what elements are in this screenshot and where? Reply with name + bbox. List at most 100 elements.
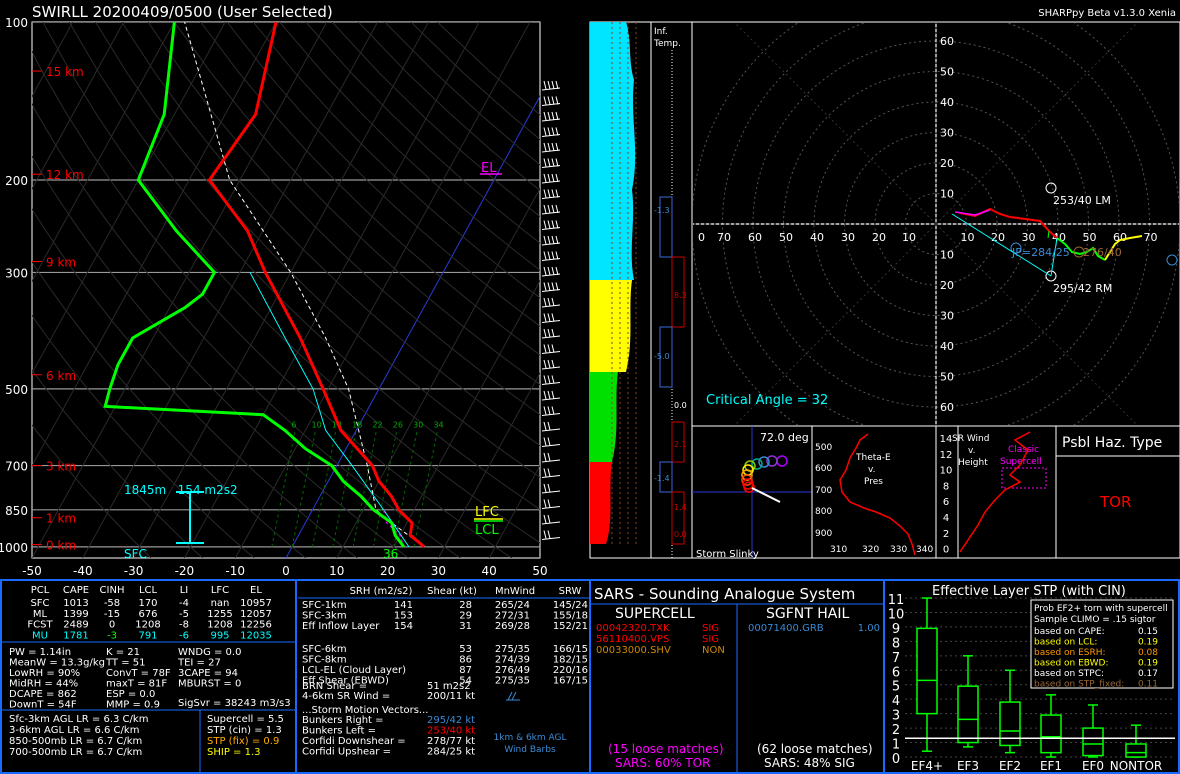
thetae-y-tick: 600 [815,464,832,474]
lm-label: 253/40 LM [1053,194,1111,207]
inf-temp-title-1: Inf. [654,27,668,37]
sharppy-display: SWIRLL 20200409/0500 (User Selected) SHA… [0,0,1180,774]
thetae-x-tick: 330 [890,545,907,555]
stp-category: EF2 [999,759,1021,773]
thetae-y-tick: 500 [815,443,832,453]
thetae-y-tick: 800 [815,507,832,517]
kin-cell: 154 [394,621,413,632]
thermo-cell: -58 [104,598,120,609]
height-label: 1 km [46,512,76,526]
kin-cell: 275/35 [495,644,530,655]
thetae-title-1: Theta-E [855,453,891,463]
inf-temp-title-2: Temp. [653,39,681,49]
motion-value: 253/40 kt [427,726,475,737]
height-label: 6 km [46,369,76,383]
hodo-ring-label: 20 [872,231,886,244]
kin-cell: 167/15 [553,676,588,687]
kin-cell: 182/15 [553,655,588,666]
thetae-x-tick: 310 [830,545,847,555]
temp-tick-label: 50 [532,564,547,578]
thermo-cell: 10957 [240,598,272,609]
hodo-ring-label: 20 [991,231,1005,244]
stp-sample: Sample CLIMO = .15 sigtor [1034,615,1156,625]
header-title: SWIRLL 20200409/0500 (User Selected) [32,3,333,21]
kin-cell: 220/16 [553,665,588,676]
hodo-ring-label: 10 [940,249,954,262]
motion-value: 278/77 kt [427,736,475,747]
stp-y-tick: 4 [892,694,900,709]
lapse-rate: Sfc-3km AGL LR = 6.3 C/km [9,714,148,725]
hodo-ring-label: 40 [940,96,954,109]
height-label: 3 km [46,460,76,474]
mixing-ratio-label: 26 [393,420,403,429]
hodo-ring-label: 60 [940,401,954,414]
inf-temp-val-4: 0.0 [674,401,687,410]
thermo-header: EL [250,585,262,596]
temp-tick-label: -20 [175,564,195,578]
kin-cell: 153 [394,611,413,622]
stp-y-tick: 6 [892,665,900,680]
sars-hail-size: 1.00 [858,623,880,634]
hodo-ring-label: 10 [902,231,916,244]
severe-index: STP (fix) = 0.9 [207,736,279,747]
inf-temp-val-8: 0.0 [674,530,687,539]
srwind-y-tick: 0 [943,545,949,556]
thermo-header: LCL [139,585,158,596]
kin-cell: 272/31 [495,611,530,622]
kin-cell: 276/49 [495,665,530,676]
thetae-x-tick: 320 [862,545,879,555]
kin-cell: 29 [459,611,472,622]
thermo-cell: SFC [30,598,49,609]
thermo-cell: -3 [107,630,117,641]
stp-prob-label: based on CAPE: [1034,627,1105,637]
kin-header: Shear (kt) [427,586,477,597]
lfc-label: LFC [475,505,499,520]
thermo-index: MBURST = 0 [178,679,241,690]
kin-cell: 141 [394,600,413,611]
thermo-cell: ML [33,609,48,620]
mixing-ratio-label: 34 [433,420,443,429]
lcl-label: LCL [475,523,499,538]
severe-index: Supercell = 5.5 [207,714,284,725]
kin-cell: 155/18 [553,611,588,622]
stp-prob-value: 0.15 [1138,627,1158,637]
hodo-ring-label: 70 [1144,231,1158,244]
temp-tick-label: 30 [431,564,446,578]
mixing-ratio-label: 10 [312,420,322,429]
height-label: 0 km [46,539,76,553]
mixing-ratio-label: 6 [291,420,296,429]
motion-label: Bunkers Left = [302,726,376,737]
srwind-y-tick: 14 [940,434,953,445]
stp-box [916,627,938,715]
stp-category: EF4+ [911,759,943,773]
sfc-temp-label: 36 [383,547,398,561]
stp-y-tick: 3 [892,709,900,724]
thermo-cell: 170 [138,598,157,609]
kin-cell: 275/35 [495,676,530,687]
thetae-x-tick: 340 [916,545,933,555]
srwind-y-tick: 8 [943,481,949,492]
kin-cell: SFC-1km [302,600,347,611]
hodo-ring-label: 50 [940,66,954,79]
thermo-cell: 676 [138,609,157,620]
inf-temp-val-7: 1.4 [674,503,687,512]
motion-label: Corfidi Downshear = [302,736,406,747]
stp-y-tick: 0 [892,752,900,767]
hodo-ring-label: 50 [1083,231,1097,244]
sr-wind-value: 200/11 kt [427,691,475,702]
pressure-tick-label: 700 [5,460,28,474]
stp-prob-value: 0.17 [1138,669,1158,679]
hodo-ring-label: 30 [940,310,954,323]
kin-cell: 166/15 [553,644,588,655]
hodo-ring-label: 60 [940,35,954,48]
thermo-index: TT = 51 [105,658,146,669]
stp-y-tick: 11 [888,593,905,608]
temp-tick-label: -10 [225,564,245,578]
pressure-tick-label: 1000 [0,541,28,555]
thetae-title-3: Pres [864,477,883,487]
critical-angle-label: Critical Angle = 32 [706,393,828,408]
stp-box [1082,727,1104,757]
thermo-index: WNDG = 0.0 [178,647,241,658]
kin-cell: 31 [459,621,472,632]
stp-prob-title: Prob EF2+ torn with supercell [1034,604,1168,614]
